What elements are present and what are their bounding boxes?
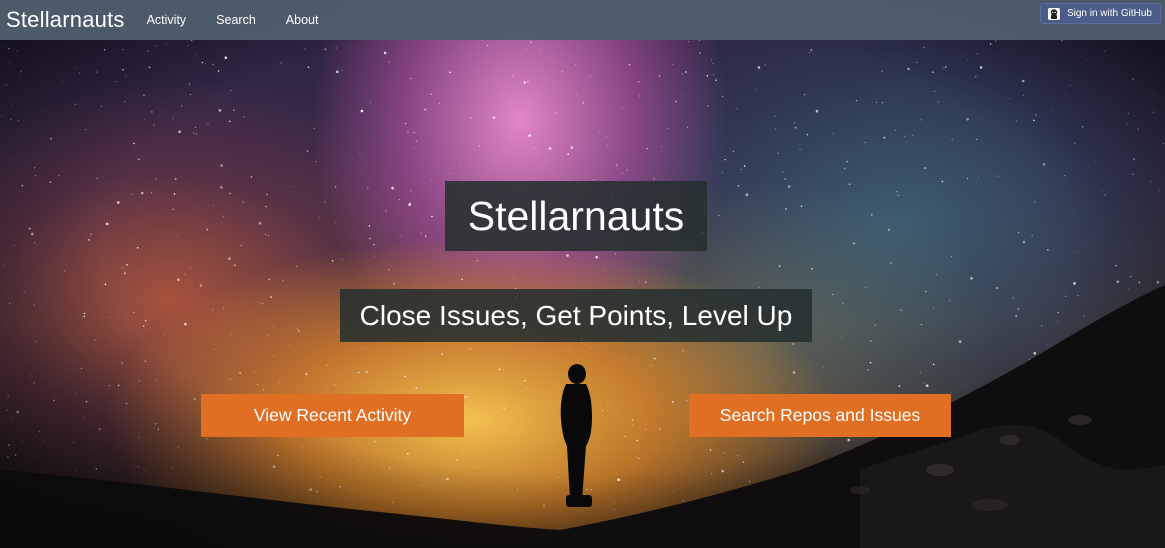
- hero-title: Stellarnauts: [445, 181, 707, 251]
- nav-link-activity[interactable]: Activity: [147, 13, 187, 27]
- nav-link-about[interactable]: About: [286, 13, 319, 27]
- hero-silhouette: [0, 0, 1165, 548]
- nav-link-search[interactable]: Search: [216, 13, 256, 27]
- nav-links: Activity Search About: [147, 13, 349, 27]
- octocat-icon: [1047, 7, 1060, 20]
- view-recent-activity-button[interactable]: View Recent Activity: [201, 394, 464, 437]
- github-signin-label: Sign in with GitHub: [1066, 8, 1152, 19]
- hero-subtitle: Close Issues, Get Points, Level Up: [340, 289, 812, 342]
- page: Stellarnauts Activity Search About Sign …: [0, 0, 1165, 548]
- search-repos-issues-button[interactable]: Search Repos and Issues: [689, 394, 951, 437]
- github-signin-button[interactable]: Sign in with GitHub: [1039, 3, 1161, 24]
- top-navbar: Stellarnauts Activity Search About Sign …: [0, 0, 1165, 40]
- brand-logo-text[interactable]: Stellarnauts: [6, 7, 125, 33]
